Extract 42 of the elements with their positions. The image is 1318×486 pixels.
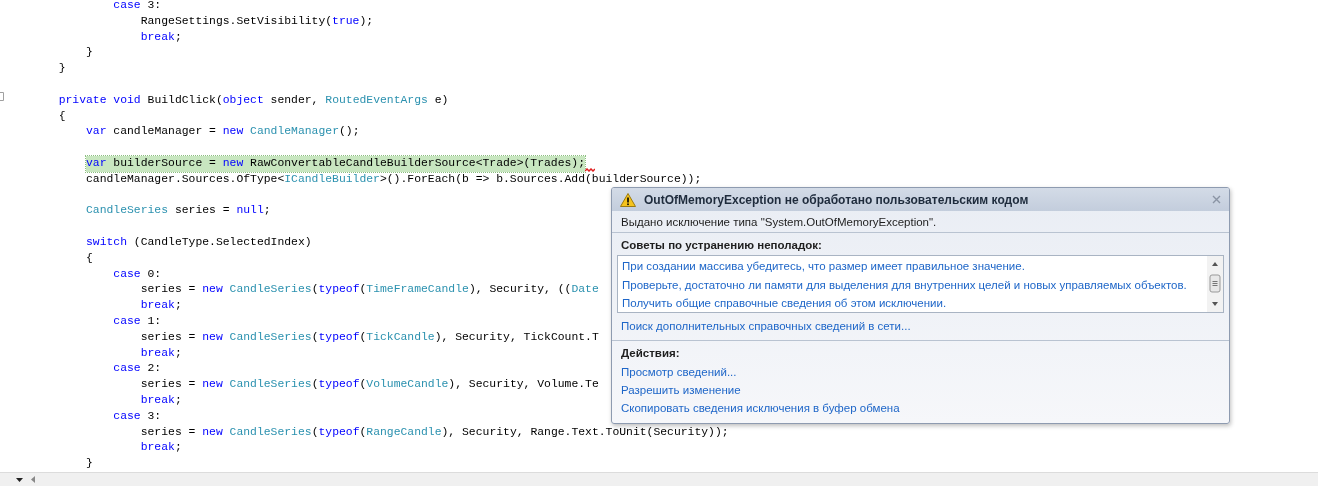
code-line: series = new CandleSeries(typeof(TickCandle), Security, TickCount.T <box>140 329 599 345</box>
code-line: case 0: <box>113 266 162 282</box>
code-line: break; <box>140 29 182 45</box>
tip-link[interactable]: Проверьте, достаточно ли памяти для выделения для внутренних целей и новых управляемых объектов. <box>622 275 1187 294</box>
code-line: } <box>86 456 93 472</box>
code-line: { <box>86 250 93 266</box>
code-line: var candleManager = new CandleManager(); <box>86 124 360 140</box>
tip-link[interactable]: При создании массива убедитесь, что размер имеет правильное значение. <box>622 257 1025 276</box>
code-line: break; <box>140 392 182 408</box>
action-link[interactable]: Скопировать сведения исключения в буфер обмена <box>621 398 900 417</box>
scrollbar[interactable] <box>1207 256 1223 313</box>
section-heading: Советы по устранению неполадок: <box>620 238 823 253</box>
code-line: private void BuildClick(object sender, RoutedEventArgs e) <box>58 92 449 108</box>
code-line: RangeSettings.SetVisibility(true); <box>140 13 374 29</box>
code-line: case 3: <box>113 408 162 424</box>
code-line: case 1: <box>113 313 162 329</box>
code-line: candleManager.Sources.OfType<ICandleBuilder>().ForEach(b => b.Sources.Add(builderSource)); <box>86 171 702 187</box>
code-line: series = new CandleSeries(typeof(VolumeCandle), Security, Volume.Te <box>140 377 599 393</box>
code-line: CandleSeries series = null; <box>86 203 271 219</box>
code-line: break; <box>140 440 182 456</box>
code-line: case 3: <box>113 0 162 13</box>
code-line: break; <box>140 345 182 361</box>
close-icon[interactable] <box>1212 195 1221 204</box>
action-link[interactable]: Разрешить изменение <box>621 380 741 399</box>
exception-message: Выдано исключение типа "System.OutOfMemoryException". <box>612 211 1229 233</box>
scroll-left-icon[interactable] <box>31 476 35 483</box>
code-line: { <box>58 108 66 124</box>
action-link[interactable]: Просмотр сведений... <box>621 362 737 381</box>
code-line: switch (CandleType.SelectedIndex) <box>86 234 312 250</box>
code-line: } <box>86 45 93 61</box>
code-line: } <box>58 61 66 77</box>
code-line: break; <box>140 298 182 314</box>
search-online-link[interactable]: Поиск дополнительных справочных сведений в сети... <box>621 317 911 336</box>
dropdown-arrow-icon[interactable] <box>16 477 23 482</box>
section-heading: Действия: <box>620 345 681 361</box>
popup-title: OutOfMemoryException не обработано пользовательским кодом <box>644 191 1030 209</box>
warning-icon <box>620 192 636 207</box>
code-line: case 2: <box>113 361 162 377</box>
tip-link[interactable]: Получить общие справочные сведения об этом исключении. <box>622 293 947 312</box>
code-line: series = new CandleSeries(typeof(RangeCandle), Security, Range.Text.ToUnit(Security)); <box>140 424 729 440</box>
code-line: series = new CandleSeries(typeof(TimeFrameCandle), Security, ((Date <box>140 282 599 298</box>
collapse-icon[interactable] <box>0 92 4 101</box>
